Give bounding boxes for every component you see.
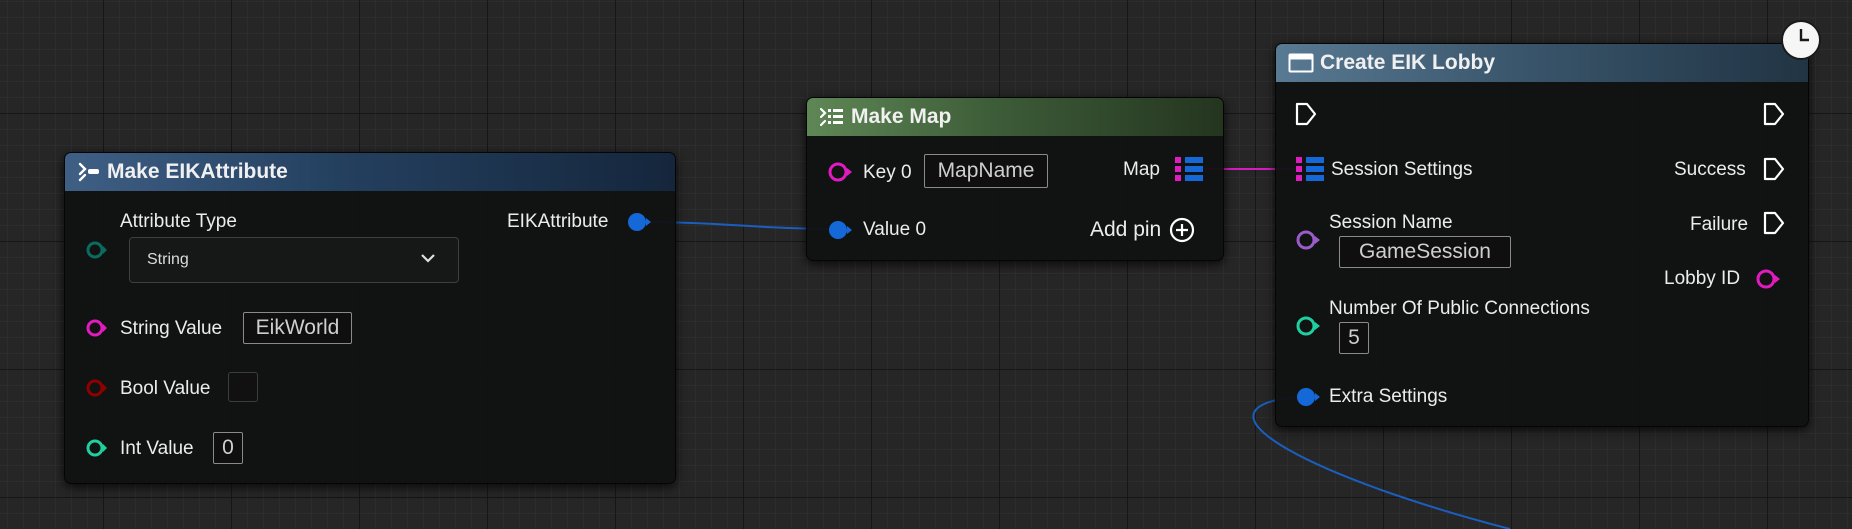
create-eik-lobby-node[interactable]: Create EIK Lobby Session Settings Succes… — [1275, 43, 1809, 427]
bool-value-pin[interactable] — [86, 378, 110, 398]
clock-icon — [1781, 20, 1821, 60]
make-map-node[interactable]: Make Map Key 0 MapName Map Value 0 Add p… — [806, 97, 1224, 261]
session-name-label: Session Name — [1329, 212, 1453, 233]
map-output-pin[interactable] — [1173, 154, 1205, 184]
value-0-label: Value 0 — [863, 219, 927, 240]
int-value-label: Int Value — [120, 438, 194, 459]
success-label: Success — [1674, 159, 1746, 180]
int-value-pin[interactable] — [86, 438, 110, 458]
attribute-type-pin[interactable] — [86, 240, 110, 260]
add-circle-icon — [1170, 217, 1195, 243]
string-value-pin[interactable] — [86, 318, 110, 338]
attribute-type-label: Attribute Type — [120, 211, 237, 232]
bool-value-label: Bool Value — [120, 378, 211, 399]
public-connections-label: Number Of Public Connections — [1329, 298, 1590, 319]
attribute-type-value: String — [147, 251, 189, 268]
key-0-input[interactable]: MapName — [924, 154, 1048, 188]
chevron-down-icon — [421, 254, 435, 263]
node-title: Create EIK Lobby — [1320, 51, 1496, 74]
failure-exec-pin[interactable] — [1762, 210, 1786, 236]
string-value-label: String Value — [120, 318, 223, 339]
map-output-label: Map — [1123, 159, 1160, 180]
exec-out-pin[interactable] — [1762, 101, 1786, 127]
session-settings-label: Session Settings — [1331, 159, 1473, 180]
eikattribute-output-pin[interactable] — [627, 211, 653, 233]
eikattribute-output-label: EIKAttribute — [507, 211, 609, 232]
node-header[interactable]: Create EIK Lobby — [1276, 44, 1808, 82]
failure-label: Failure — [1690, 214, 1749, 235]
lobby-id-pin[interactable] — [1756, 268, 1782, 290]
extra-settings-pin[interactable] — [1296, 386, 1322, 408]
node-header[interactable]: Make Map — [807, 98, 1223, 136]
int-value-input[interactable]: 0 — [213, 432, 243, 464]
public-connections-input[interactable]: 5 — [1339, 322, 1369, 354]
string-value-input[interactable]: EikWorld — [243, 312, 352, 344]
node-header[interactable]: Make EIKAttribute — [65, 153, 675, 191]
session-name-pin[interactable] — [1296, 229, 1322, 251]
success-exec-pin[interactable] — [1762, 156, 1786, 182]
value-0-pin[interactable] — [828, 219, 854, 241]
exec-in-pin[interactable] — [1294, 101, 1318, 127]
make-struct-icon — [77, 161, 101, 183]
bool-value-checkbox[interactable] — [228, 372, 258, 402]
public-connections-pin[interactable] — [1296, 315, 1322, 337]
add-pin-button[interactable]: Add pin — [1090, 215, 1195, 245]
session-settings-pin[interactable] — [1294, 154, 1326, 184]
extra-settings-label: Extra Settings — [1329, 386, 1448, 407]
make-map-icon — [819, 106, 845, 128]
session-name-input[interactable]: GameSession — [1339, 236, 1511, 268]
attribute-type-dropdown[interactable]: String — [129, 237, 459, 283]
node-title: Make EIKAttribute — [107, 160, 288, 183]
key-0-pin[interactable] — [828, 161, 854, 183]
node-title: Make Map — [851, 105, 952, 128]
lobby-id-label: Lobby ID — [1664, 268, 1741, 289]
key-0-label: Key 0 — [863, 162, 912, 183]
function-node-icon — [1288, 52, 1314, 74]
add-pin-label: Add pin — [1090, 218, 1162, 241]
make-eikattribute-node[interactable]: Make EIKAttribute Attribute Type String … — [64, 152, 676, 484]
